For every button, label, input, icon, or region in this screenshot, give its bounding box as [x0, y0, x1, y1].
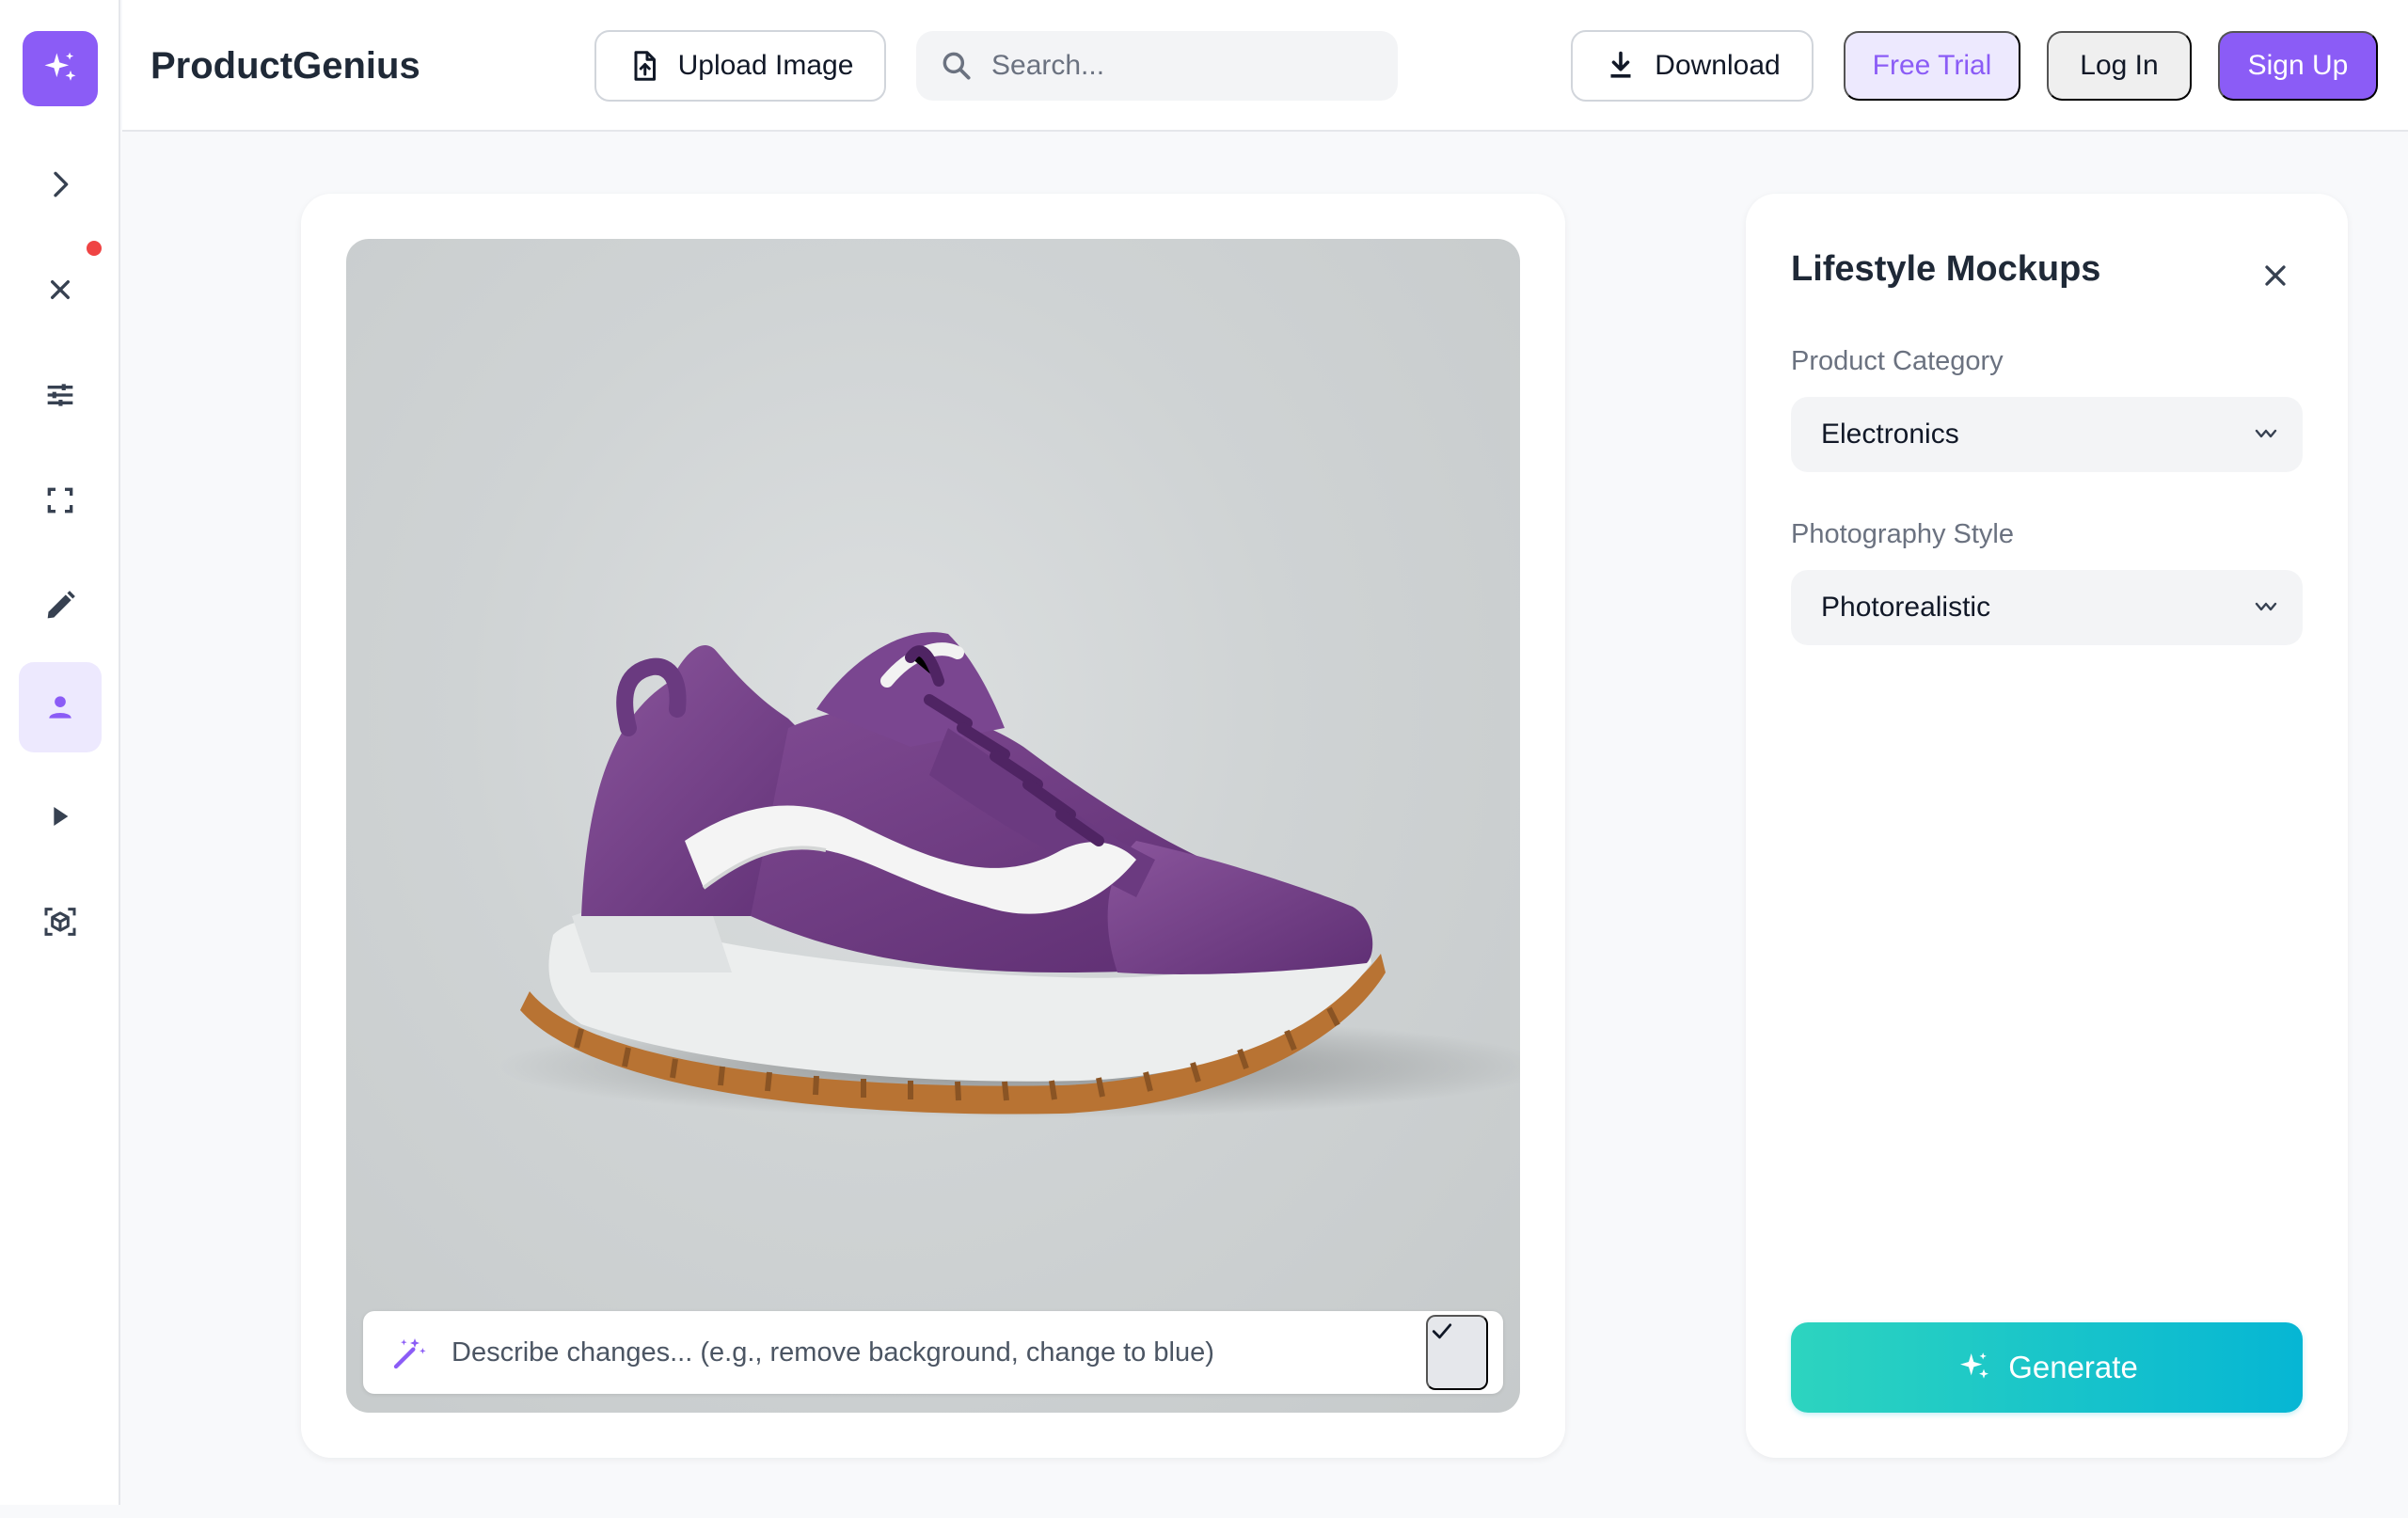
sneaker-illustration — [497, 632, 1520, 1118]
sliders-icon — [47, 384, 73, 406]
sidebar-item-model[interactable] — [19, 662, 102, 752]
photography-style-value: Photorealistic — [1821, 592, 1991, 623]
photography-style-label: Photography Style — [1791, 519, 2014, 549]
product-category-label: Product Category — [1791, 346, 2004, 376]
image-canvas-card — [301, 194, 1565, 1458]
search-input[interactable] — [991, 31, 1386, 101]
close-icon — [51, 280, 71, 299]
sidebar-item-video[interactable] — [19, 771, 102, 862]
signup-button[interactable]: Sign Up — [2218, 31, 2378, 101]
sidebar-item-adjust[interactable] — [19, 350, 102, 440]
apply-edit-button[interactable] — [1426, 1315, 1488, 1390]
sidebar-item-remove[interactable] — [19, 245, 102, 335]
upload-image-button[interactable]: Upload Image — [594, 30, 886, 102]
generate-button[interactable]: Generate — [1791, 1322, 2303, 1413]
upload-file-icon — [634, 51, 656, 81]
chevron-down-icon — [2255, 429, 2277, 438]
free-trial-label: Free Trial — [1872, 50, 1992, 81]
pencil-icon — [47, 591, 75, 619]
edit-prompt-input[interactable] — [452, 1311, 1392, 1394]
panel-title: Lifestyle Mockups — [1791, 249, 2101, 289]
search-icon — [943, 52, 971, 80]
download-button[interactable]: Download — [1571, 30, 1814, 102]
sparkles-icon — [1960, 1352, 1989, 1379]
upload-image-label: Upload Image — [677, 50, 854, 81]
close-icon — [2265, 265, 2286, 286]
panel-close-button[interactable] — [2252, 252, 2299, 299]
sidebar-expand-button[interactable] — [19, 139, 102, 229]
check-icon — [1432, 1323, 1452, 1339]
lifestyle-mockups-panel: Lifestyle Mockups Product Category Elect… — [1746, 194, 2348, 1458]
login-label: Log In — [2080, 50, 2159, 81]
sidebar — [0, 0, 120, 1505]
search-box[interactable] — [916, 31, 1398, 101]
chevron-down-icon — [2255, 602, 2277, 611]
brand-name: ProductGenius — [150, 45, 420, 87]
download-label: Download — [1655, 50, 1781, 81]
play-icon — [54, 807, 69, 826]
edit-prompt-bar — [363, 1311, 1503, 1394]
photography-style-select[interactable]: Photorealistic — [1791, 570, 2303, 645]
magic-wand-icon — [393, 1338, 426, 1369]
app-logo[interactable] — [23, 31, 98, 106]
fullscreen-icon — [47, 487, 73, 514]
sidebar-item-crop[interactable] — [19, 455, 102, 546]
generate-label: Generate — [2008, 1350, 2138, 1384]
download-icon — [1610, 51, 1631, 78]
product-category-value: Electronics — [1821, 419, 1959, 450]
free-trial-button[interactable]: Free Trial — [1844, 31, 2020, 101]
signup-label: Sign Up — [2247, 50, 2349, 81]
chevron-right-icon — [54, 171, 69, 198]
notification-dot — [87, 241, 102, 256]
3d-box-icon — [44, 908, 76, 936]
person-icon — [49, 696, 71, 719]
sidebar-item-edit[interactable] — [19, 561, 102, 651]
sidebar-item-3d[interactable] — [19, 877, 102, 967]
product-image — [346, 239, 1520, 1413]
sparkles-icon — [44, 52, 76, 81]
product-category-select[interactable]: Electronics — [1791, 397, 2303, 472]
login-button[interactable]: Log In — [2047, 31, 2192, 101]
